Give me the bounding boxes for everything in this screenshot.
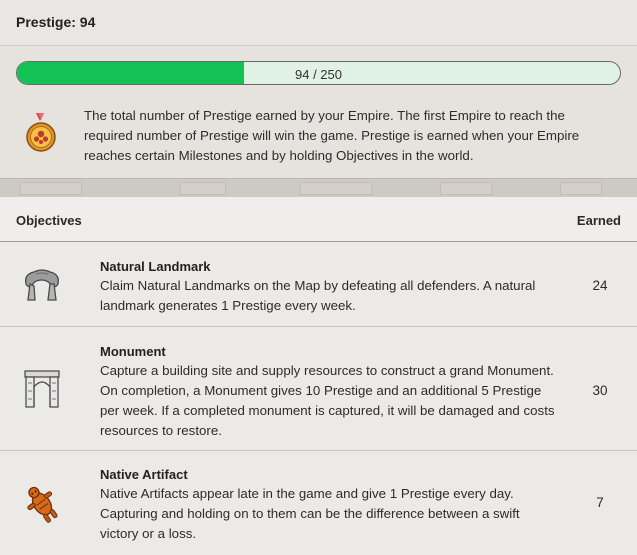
row-title: Natural Landmark [100,259,211,274]
row-title: Native Artifact [100,467,188,482]
row-description: Claim Natural Landmarks on the Map by de… [100,278,536,313]
panel-header: Prestige: 94 [0,0,637,46]
objectives-table: Objectives Earned Natural Landmark Claim… [0,197,637,555]
row-title: Monument [100,344,166,359]
row-description: Capture a building site and supply resou… [100,363,555,438]
table-row: Natural Landmark Claim Natural Landmarks… [0,242,637,327]
prestige-title: Prestige: 94 [16,14,96,30]
row-earned-value: 7 [596,495,604,510]
table-header: Objectives Earned [0,197,637,242]
natural-landmark-icon [20,262,64,306]
row-description: Native Artifacts appear late in the game… [100,486,520,541]
prestige-progress-bar: 94 / 250 [16,61,621,85]
column-header-objectives: Objectives [16,213,82,228]
row-earned-value: 30 [592,383,608,398]
column-header-earned: Earned [576,213,621,228]
progress-label: 94 / 250 [295,67,342,82]
row-earned-value: 24 [592,278,608,293]
gold-medal-icon [24,113,58,153]
prestige-description: The total number of Prestige earned by y… [84,108,580,163]
table-row: Monument Capture a building site and sup… [0,327,637,451]
native-artifact-icon [20,482,64,526]
stone-divider [0,178,637,198]
table-row: Native Artifact Native Artifacts appear … [0,451,637,555]
monument-icon [20,367,64,411]
